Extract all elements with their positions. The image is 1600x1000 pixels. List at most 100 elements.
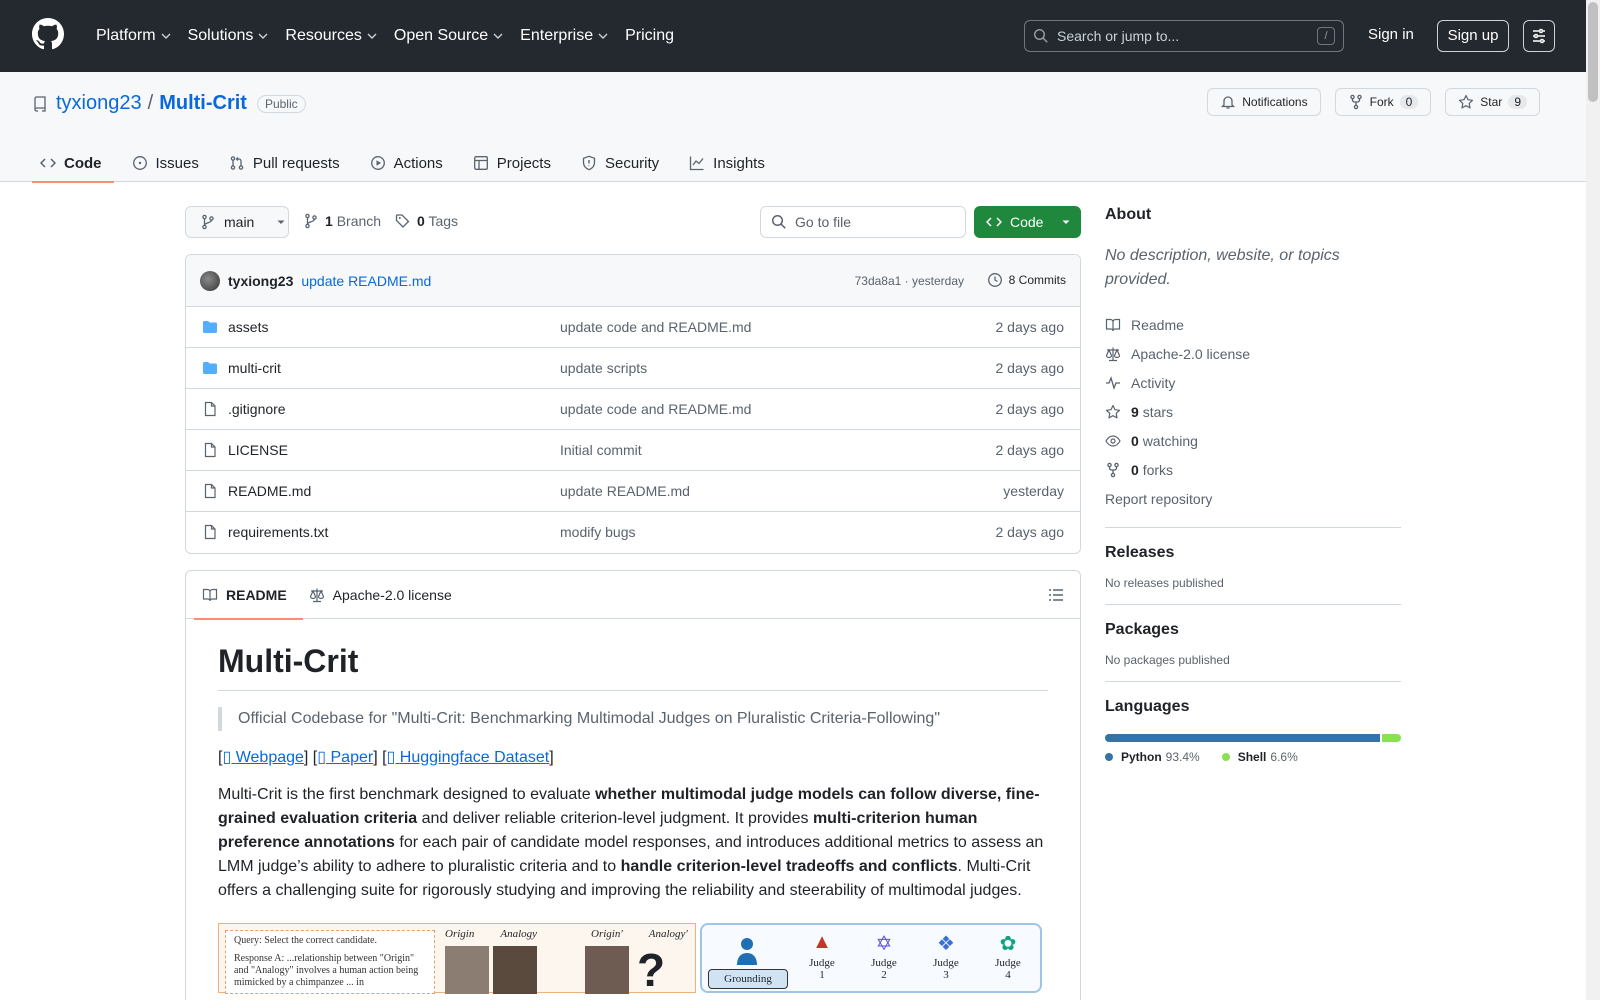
- forks-link[interactable]: 0 forks: [1105, 455, 1401, 484]
- repo-name-link[interactable]: Multi-Crit: [159, 92, 247, 115]
- commit-hash-time[interactable]: 73da8a1 · yesterday: [855, 274, 964, 288]
- stars-link[interactable]: 9 stars: [1105, 397, 1401, 426]
- language-shell[interactable]: Shell 6.6%: [1221, 750, 1298, 764]
- file-row[interactable]: .gitignore update code and README.md 2 day…: [186, 389, 1080, 430]
- license-link[interactable]: Apache-2.0 license: [1105, 339, 1401, 368]
- branch-select-button[interactable]: main: [185, 206, 289, 238]
- file-commit-date: yesterday: [1003, 483, 1064, 499]
- file-commit-message[interactable]: update scripts: [560, 360, 647, 376]
- tab-code[interactable]: Code: [32, 144, 114, 183]
- github-logo-icon[interactable]: [32, 18, 64, 50]
- figure-judge-4-label: Judge 4: [995, 957, 1021, 981]
- file-commit-date: 2 days ago: [995, 360, 1065, 376]
- file-name-link[interactable]: .gitignore: [228, 401, 286, 417]
- pulse-icon: [1106, 375, 1120, 390]
- nav-enterprise[interactable]: Enterprise: [512, 24, 617, 48]
- report-repository-link[interactable]: Report repository: [1105, 484, 1401, 513]
- language-python-name: Python: [1121, 750, 1162, 764]
- file-row[interactable]: LICENSE Initial commit 2 days ago: [186, 430, 1080, 471]
- tab-license[interactable]: Apache-2.0 license: [309, 571, 460, 619]
- figure-response-text: Response A: ...relationship between "Ori…: [234, 953, 419, 988]
- paper-link[interactable]: ▯ Paper: [317, 749, 373, 766]
- pull-request-icon: [230, 156, 244, 170]
- readme-link[interactable]: Readme: [1105, 310, 1401, 339]
- file-name-link[interactable]: requirements.txt: [228, 524, 328, 540]
- tab-projects[interactable]: Projects: [465, 144, 563, 182]
- figure-judge-2-label: Judge 2: [871, 957, 897, 981]
- notifications-button[interactable]: Notifications: [1207, 88, 1321, 116]
- table-icon: [473, 156, 488, 170]
- code-icon: [40, 158, 56, 168]
- chevron-down-icon: [367, 33, 377, 39]
- tab-insights[interactable]: Insights: [681, 144, 777, 182]
- commits-link[interactable]: 8 Commits: [987, 272, 1066, 288]
- file-commit-message[interactable]: Initial commit: [560, 442, 642, 458]
- nav-open-source[interactable]: Open Source: [386, 24, 512, 48]
- sign-up-button[interactable]: Sign up: [1437, 20, 1509, 52]
- nav-pricing[interactable]: Pricing: [617, 24, 682, 48]
- nav-platform[interactable]: Platform: [88, 24, 180, 48]
- file-commit-message[interactable]: update code and README.md: [560, 319, 751, 335]
- file-name-link[interactable]: assets: [228, 319, 268, 335]
- tab-security[interactable]: Security: [573, 144, 671, 182]
- nav-label: Resources: [285, 27, 362, 44]
- file-row[interactable]: requirements.txt modify bugs 2 days ago: [186, 512, 1080, 553]
- file-commit-message[interactable]: update code and README.md: [560, 401, 751, 417]
- commit-author-link[interactable]: tyxiong23: [228, 273, 293, 289]
- global-search-input[interactable]: Search or jump to... /: [1024, 20, 1344, 52]
- tab-label: Actions: [393, 154, 443, 172]
- nav-solutions[interactable]: Solutions: [180, 24, 278, 48]
- repo-owner-link[interactable]: tyxiong23: [56, 92, 142, 115]
- figure-image-labels: Origin Analogy Origin' Analogy': [445, 928, 688, 940]
- figure-example-panel: Query: Select the correct candidate. Res…: [218, 923, 696, 994]
- fork-button[interactable]: Fork 0: [1334, 88, 1432, 116]
- chevron-down-icon: [598, 33, 608, 39]
- code-dropdown-button[interactable]: Code: [974, 206, 1081, 238]
- activity-link[interactable]: Activity: [1105, 368, 1401, 397]
- tab-actions[interactable]: Actions: [362, 144, 455, 182]
- tab-readme[interactable]: README: [194, 571, 303, 620]
- scrollbar-thumb[interactable]: [1588, 2, 1598, 102]
- sign-in-link[interactable]: Sign in: [1368, 26, 1414, 43]
- outline-button[interactable]: [1048, 587, 1064, 603]
- page-scrollbar[interactable]: [1586, 0, 1600, 1000]
- watching-link[interactable]: 0 watching: [1105, 426, 1401, 455]
- branches-count: 1: [325, 213, 333, 229]
- file-name-link[interactable]: README.md: [228, 483, 311, 499]
- file-commit-message[interactable]: modify bugs: [560, 524, 635, 540]
- language-bar-python: [1105, 734, 1380, 742]
- dataset-link[interactable]: ▯ Huggingface Dataset: [387, 749, 550, 766]
- caret-down-icon: [1062, 220, 1070, 224]
- tab-issues[interactable]: Issues: [124, 144, 211, 182]
- file-name-link[interactable]: LICENSE: [228, 442, 288, 458]
- tab-label: Pull requests: [252, 154, 340, 172]
- branches-link[interactable]: 1 Branch: [325, 213, 381, 229]
- file-icon: [202, 401, 218, 417]
- language-python[interactable]: Python 93.4%: [1105, 750, 1200, 764]
- nav-resources[interactable]: Resources: [277, 24, 385, 48]
- language-shell-percent: 6.6%: [1270, 750, 1298, 764]
- file-row[interactable]: assets update code and README.md 2 days ag…: [186, 307, 1080, 348]
- file-row[interactable]: multi-crit update scripts 2 days ago: [186, 348, 1080, 389]
- settings-menu-button[interactable]: [1523, 20, 1555, 52]
- scale-icon: [1105, 347, 1121, 361]
- star-icon: [1105, 404, 1121, 418]
- packages-heading[interactable]: Packages: [1105, 621, 1401, 639]
- star-button[interactable]: Star 9: [1445, 88, 1540, 116]
- file-commit-message[interactable]: update README.md: [560, 483, 690, 499]
- tags-link[interactable]: 0 Tags: [417, 213, 458, 229]
- commit-message-link[interactable]: update README.md: [301, 273, 431, 289]
- releases-heading[interactable]: Releases: [1105, 544, 1401, 562]
- webpage-link[interactable]: ▯ Webpage: [222, 749, 303, 766]
- intro-text-1: Multi-Crit is the first benchmark design…: [218, 786, 596, 803]
- file-name-link[interactable]: multi-crit: [228, 360, 281, 376]
- file-row[interactable]: README.md update README.md yesterday: [186, 471, 1080, 512]
- fork-count: 0: [1399, 95, 1419, 109]
- go-to-file-input[interactable]: Go to file: [760, 206, 966, 238]
- repo-header: tyxiong23 / Multi-Crit Public Notificati…: [0, 72, 1586, 183]
- avatar[interactable]: [200, 270, 220, 291]
- star-count: 9: [1508, 95, 1527, 109]
- tab-pull-requests[interactable]: Pull requests: [221, 144, 352, 182]
- license-link-label: Apache-2.0 license: [1131, 345, 1251, 362]
- play-icon: [370, 156, 385, 170]
